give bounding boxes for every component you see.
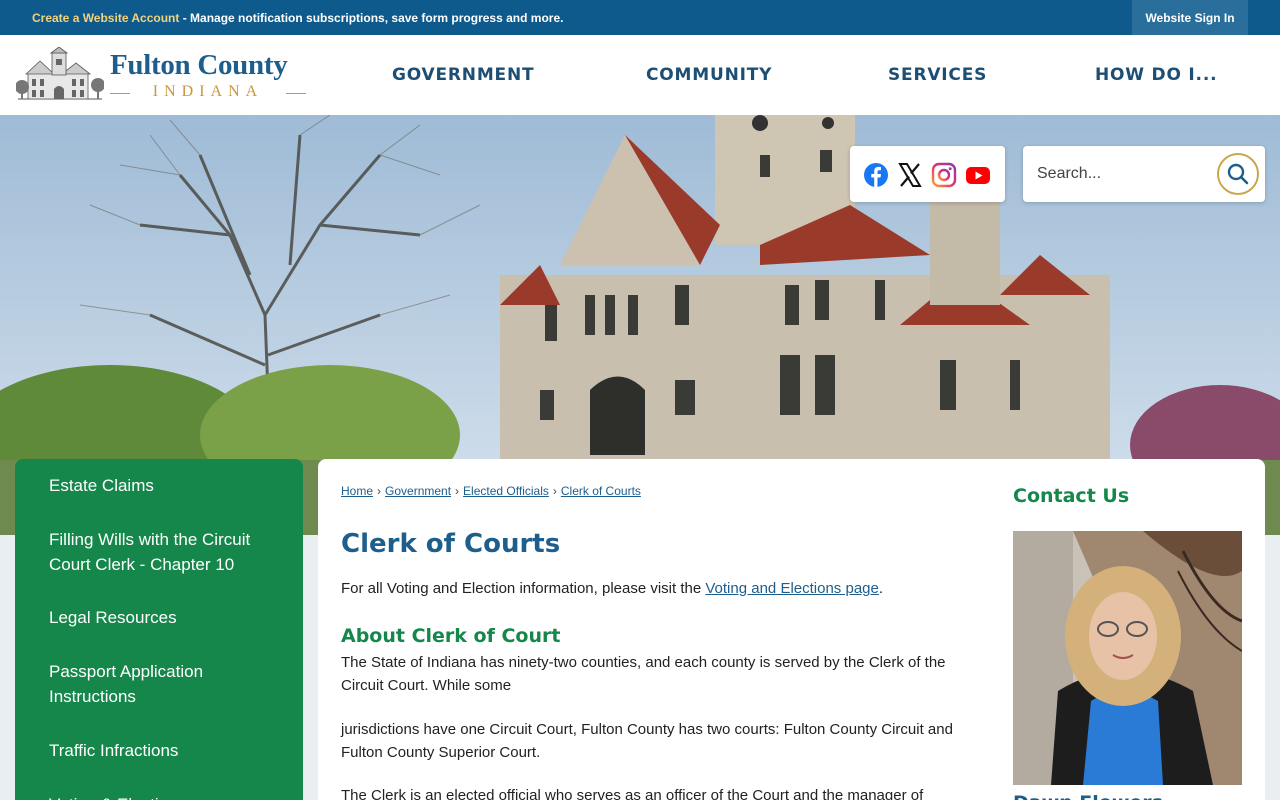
paragraph-2: jurisdictions have one Circuit Court, Fu… (341, 721, 953, 761)
sidebar-nav: Estate Claims Filling Wills with the Cir… (15, 459, 303, 800)
logo-state-name: INDIANA (110, 83, 306, 101)
search-button[interactable] (1217, 153, 1259, 195)
section-heading: About Clerk of Court (341, 625, 561, 647)
facebook-icon[interactable] (863, 162, 889, 188)
search-box (1023, 146, 1265, 202)
breadcrumb: Home › Government › Elected Officials › Clerk … (341, 484, 641, 498)
instagram-icon[interactable] (931, 162, 957, 188)
breadcrumb-home[interactable]: Home (341, 484, 373, 498)
sidebar-item-estate-claims[interactable]: Estate Claims (49, 473, 279, 498)
breadcrumb-government[interactable]: Government (385, 484, 451, 498)
paragraph-3: The Clerk is an elected official who ser… (341, 787, 924, 800)
youtube-icon[interactable] (965, 162, 991, 188)
nav-government[interactable]: GOVERNMENT (392, 35, 534, 115)
logo-county-name: Fulton County (110, 49, 288, 81)
page-title: Clerk of Courts (341, 529, 561, 559)
social-links (850, 146, 1005, 202)
create-account-link[interactable]: Create a Website Account (32, 11, 179, 25)
nav-how-do-i[interactable]: HOW DO I... (1095, 35, 1217, 115)
intro-text: For all Voting and Election information,… (341, 580, 884, 597)
nav-services[interactable]: SERVICES (888, 35, 987, 115)
sidebar-item-filling-wills[interactable]: Filling Wills with the Circuit Court Cle… (49, 527, 279, 577)
search-icon (1227, 163, 1249, 185)
nav-community[interactable]: COMMUNITY (646, 35, 772, 115)
portrait-image (1013, 531, 1242, 785)
top-bar: Create a Website Account - Manage notifi… (0, 0, 1280, 35)
contact-heading: Contact Us (1013, 485, 1130, 507)
paragraph-1: The State of Indiana has ninety-two coun… (341, 654, 946, 694)
search-input[interactable] (1037, 160, 1207, 188)
breadcrumb-elected-officials[interactable]: Elected Officials (463, 484, 549, 498)
breadcrumb-clerk-of-courts[interactable]: Clerk of Courts (561, 484, 641, 498)
voting-elections-link[interactable]: Voting and Elections page (705, 580, 878, 597)
sidebar-item-traffic-infractions[interactable]: Traffic Infractions (49, 738, 279, 763)
contact-photo (1013, 531, 1242, 785)
site-header: Fulton County INDIANA GOVERNMENT COMMUNI… (0, 35, 1280, 115)
account-message-text: - Manage notification subscriptions, sav… (179, 11, 564, 25)
sidebar-item-legal-resources[interactable]: Legal Resources (49, 605, 279, 630)
contact-name[interactable]: Dawn Flowers (1013, 792, 1163, 800)
sidebar-item-passport-application[interactable]: Passport Application Instructions (49, 659, 279, 709)
courthouse-logo-icon (16, 47, 104, 105)
account-message: Create a Website Account - Manage notifi… (32, 11, 563, 25)
site-logo[interactable]: Fulton County INDIANA (16, 43, 306, 107)
website-sign-in-button[interactable]: Website Sign In (1132, 0, 1248, 35)
main-content: Home › Government › Elected Officials › Clerk … (318, 459, 1265, 800)
sidebar-item-voting-elections[interactable]: Voting & Elections (49, 792, 279, 800)
x-icon[interactable] (897, 162, 923, 188)
